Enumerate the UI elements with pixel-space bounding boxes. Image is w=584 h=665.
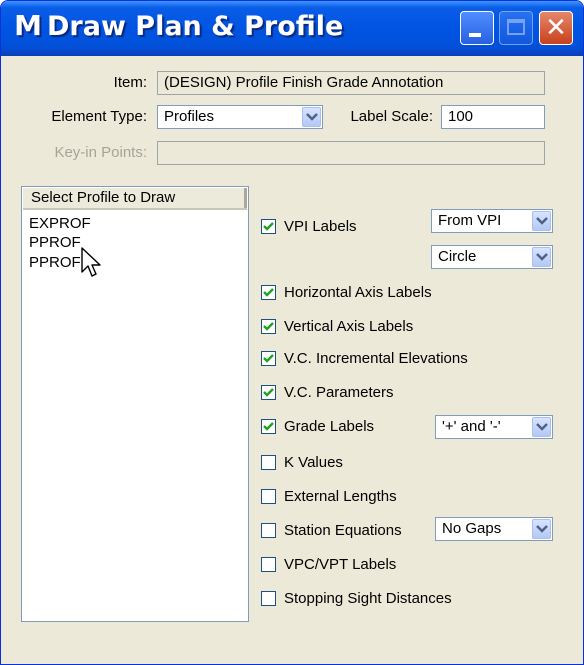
station-gaps-dropdown[interactable]: No Gaps (435, 517, 553, 541)
station-equations-checkbox[interactable] (261, 523, 276, 538)
vertical-axis-labels-label: Vertical Axis Labels (284, 318, 414, 335)
vc-parameters-label: V.C. Parameters (284, 384, 394, 401)
external-lengths-label: External Lengths (284, 488, 397, 505)
dialog-window: M Draw Plan & Profile ✕ Item: (DESIGN) P… (0, 0, 584, 665)
chevron-down-icon (532, 211, 551, 231)
vpc-vpt-labels-label: VPC/VPT Labels (284, 556, 397, 573)
k-values-checkbox[interactable] (261, 455, 276, 470)
keyin-points-field (157, 141, 545, 165)
vpi-labels-checkbox[interactable] (261, 219, 276, 234)
vpi-shape-value: Circle (438, 248, 477, 265)
vpi-labels-label: VPI Labels (284, 218, 357, 235)
grade-sign-dropdown[interactable]: '+' and '-' (435, 415, 553, 439)
list-item-pprof[interactable]: PPROF (29, 233, 81, 253)
close-icon: ✕ (545, 13, 567, 43)
vertical-axis-labels-checkbox[interactable] (261, 319, 276, 334)
stopping-sight-distances-checkbox[interactable] (261, 591, 276, 606)
horizontal-axis-labels-label: Horizontal Axis Labels (284, 284, 432, 301)
label-scale-input[interactable]: 100 (441, 105, 545, 129)
keyin-points-label: Key-in Points: (54, 144, 147, 161)
stopping-sight-distances-label: Stopping Sight Distances (284, 590, 452, 607)
profile-listbox[interactable]: Select Profile to Draw EXPROF PPROF PPRO… (21, 186, 249, 622)
vc-incremental-elevations-label: V.C. Incremental Elevations (284, 350, 468, 367)
list-item-pprof-2[interactable]: PPROF (29, 253, 81, 273)
chevron-down-icon (532, 247, 551, 267)
grade-labels-checkbox[interactable] (261, 419, 276, 434)
vpi-position-dropdown[interactable]: From VPI (431, 209, 553, 233)
vpc-vpt-labels-checkbox[interactable] (261, 557, 276, 572)
title-bar[interactable]: M Draw Plan & Profile ✕ (1, 1, 583, 56)
close-button[interactable]: ✕ (539, 11, 573, 45)
vc-parameters-checkbox[interactable] (261, 385, 276, 400)
mouse-cursor-icon (81, 247, 101, 277)
grade-labels-label: Grade Labels (284, 418, 375, 435)
maximize-button (499, 11, 533, 45)
profile-list-header[interactable]: Select Profile to Draw (23, 188, 247, 210)
grade-sign-value: '+' and '-' (442, 418, 501, 435)
item-field: (DESIGN) Profile Finish Grade Annotation (157, 71, 545, 95)
header-divider (244, 188, 247, 208)
maximize-icon (507, 19, 525, 35)
element-type-label: Element Type: (51, 108, 147, 125)
vpi-shape-dropdown[interactable]: Circle (431, 245, 553, 269)
chevron-down-icon (532, 417, 551, 437)
item-label: Item: (113, 74, 147, 91)
vpi-position-value: From VPI (438, 212, 502, 229)
list-item-exprof[interactable]: EXPROF (29, 214, 91, 234)
element-type-value: Profiles (164, 108, 215, 125)
window-title: Draw Plan & Profile (47, 11, 344, 42)
minimize-button[interactable] (460, 11, 494, 45)
app-logo-icon: M (14, 9, 42, 42)
vc-incremental-elevations-checkbox[interactable] (261, 351, 276, 366)
horizontal-axis-labels-checkbox[interactable] (261, 285, 276, 300)
chevron-down-icon (532, 519, 551, 539)
chevron-down-icon (302, 107, 321, 127)
profile-list-header-label: Select Profile to Draw (31, 189, 176, 206)
k-values-label: K Values (284, 454, 343, 471)
minimize-icon (469, 33, 481, 37)
element-type-dropdown[interactable]: Profiles (157, 105, 323, 129)
external-lengths-checkbox[interactable] (261, 489, 276, 504)
label-scale-label: Label Scale: (350, 108, 433, 125)
station-gaps-value: No Gaps (442, 520, 502, 537)
station-equations-label: Station Equations (284, 522, 402, 539)
